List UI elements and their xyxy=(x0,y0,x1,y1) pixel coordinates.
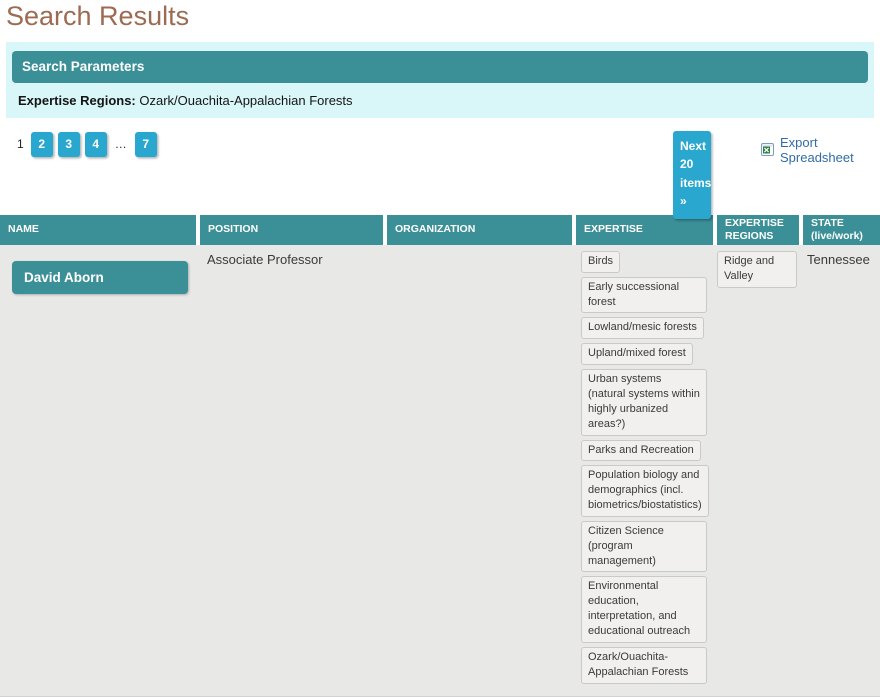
export-spreadsheet-link[interactable]: Export Spreadsheet xyxy=(761,135,880,165)
expertise-regions-value: Ozark/Ouachita-Appalachian Forests xyxy=(139,93,352,108)
column-header-position: POSITION xyxy=(200,215,383,245)
column-header-state: STATE (live/work) xyxy=(803,215,880,245)
expertise-tag: Urban systems (natural systems within hi… xyxy=(581,369,707,435)
expertise-region-tag: Ridge and Valley xyxy=(717,251,797,288)
expertise-tag: Birds xyxy=(581,251,620,273)
expertise-tag: Early successional forest xyxy=(581,277,707,314)
pagination-page-button[interactable]: 4 xyxy=(85,132,107,157)
expertise-tag: Upland/mixed forest xyxy=(581,343,693,365)
excel-icon xyxy=(761,143,774,156)
pagination: 1 2 3 4 … 7 xyxy=(17,132,162,157)
expertise-tag: Parks and Recreation xyxy=(581,440,701,462)
pagination-page-button[interactable]: 2 xyxy=(31,132,53,157)
expertise-regions-label: Expertise Regions: xyxy=(18,93,136,108)
search-parameters-summary: Expertise Regions: Ozark/Ouachita-Appala… xyxy=(18,93,868,108)
pagination-current-page: 1 xyxy=(17,137,24,151)
pagination-last-page-button[interactable]: 7 xyxy=(135,132,157,157)
results-table-header: NAME POSITION ORGANIZATION EXPERTISE EXP… xyxy=(0,215,880,245)
pagination-ellipsis: … xyxy=(115,137,128,151)
search-parameters-header: Search Parameters xyxy=(12,51,868,83)
column-header-expertise: EXPERTISE xyxy=(576,215,713,245)
expertise-tag: Population biology and demographics (inc… xyxy=(581,465,709,517)
pagination-page-button[interactable]: 3 xyxy=(58,132,80,157)
search-parameters-panel: Search Parameters Expertise Regions: Oza… xyxy=(6,42,874,118)
person-name-button[interactable]: David Aborn xyxy=(12,261,188,294)
next-items-button[interactable]: Next 20 items » xyxy=(673,131,711,219)
expertise-regions-cell: Ridge and Valley xyxy=(717,245,799,292)
expertise-tag: Lowland/mesic forests xyxy=(581,317,704,339)
export-spreadsheet-label: Export Spreadsheet xyxy=(780,135,880,165)
column-header-name: NAME xyxy=(0,215,196,245)
column-header-expertise-regions: EXPERTISE REGIONS xyxy=(717,215,799,245)
expertise-tag: Environmental education, interpretation,… xyxy=(581,576,707,642)
column-header-organization: ORGANIZATION xyxy=(387,215,572,245)
organization-cell xyxy=(387,245,572,252)
expertise-cell: Birds Early successional forest Lowland/… xyxy=(576,245,713,696)
table-row: David Aborn Associate Professor Birds Ea… xyxy=(0,245,880,697)
page-title: Search Results xyxy=(6,2,880,32)
expertise-tag: Ozark/Ouachita-Appalachian Forests xyxy=(581,647,707,684)
name-cell: David Aborn xyxy=(0,245,196,294)
expertise-tag: Citizen Science (program management) xyxy=(581,521,707,573)
position-cell: Associate Professor xyxy=(200,245,383,267)
results-toolbar: 1 2 3 4 … 7 Next 20 items » Export Sprea… xyxy=(0,118,880,215)
state-cell: Tennessee xyxy=(803,245,880,267)
